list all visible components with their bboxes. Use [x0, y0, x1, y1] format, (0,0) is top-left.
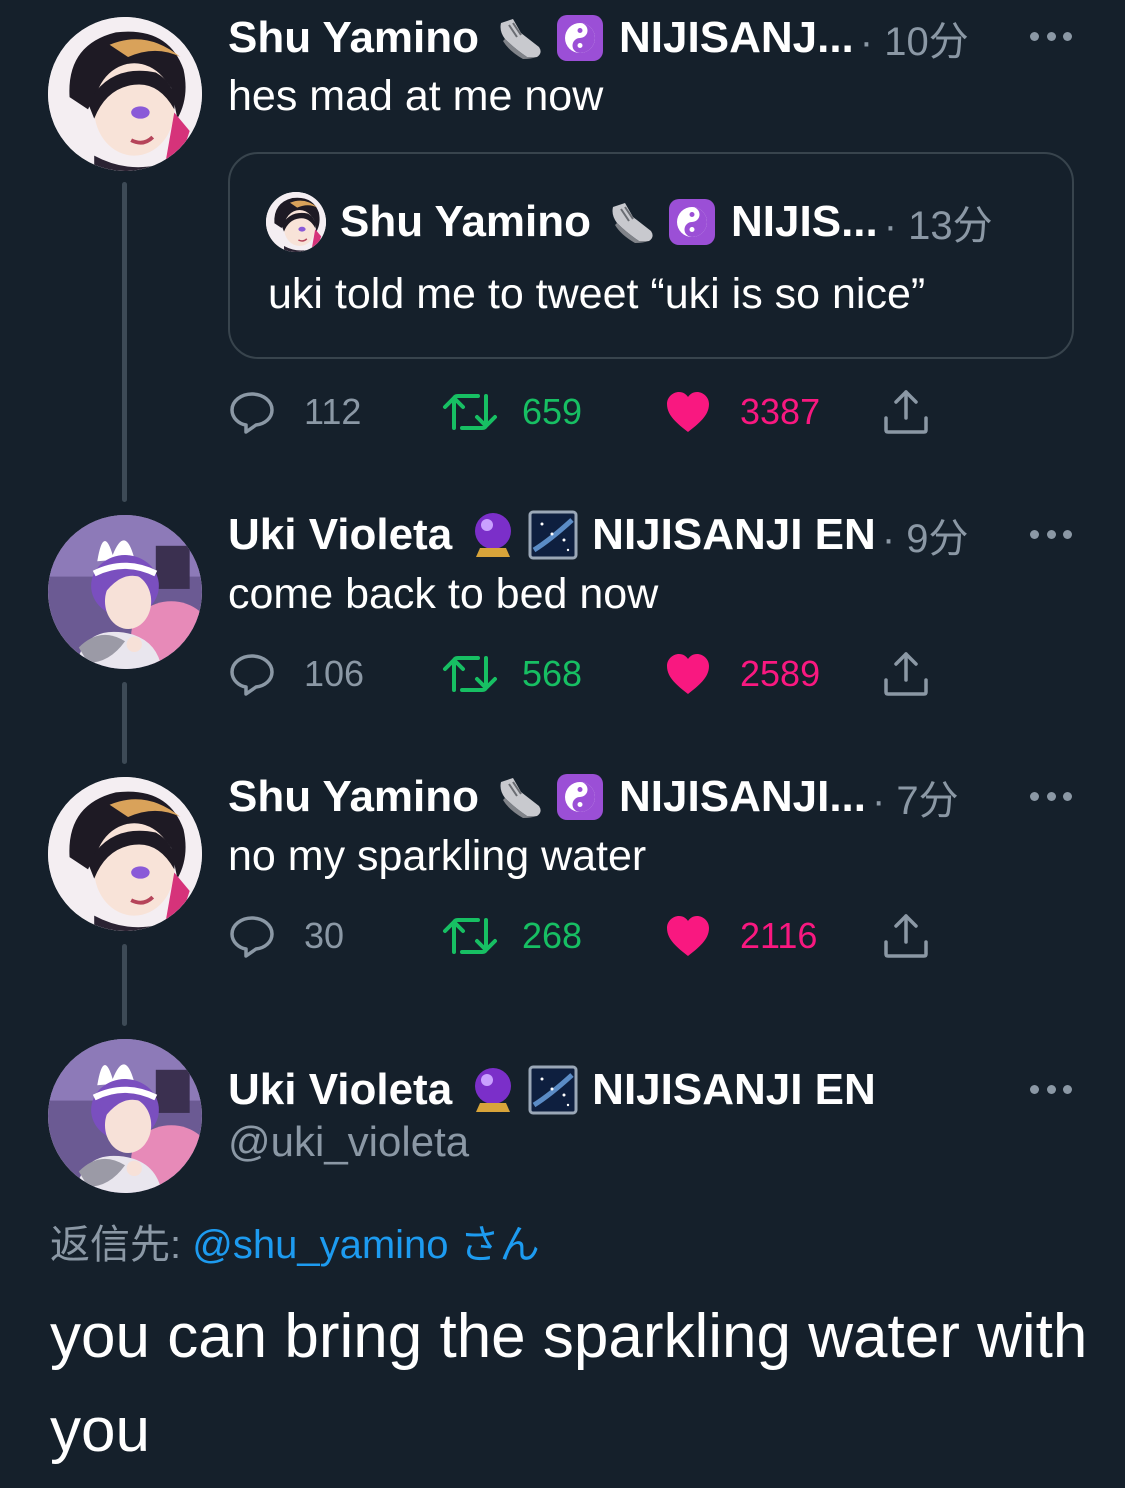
avatar-uki-violeta[interactable] [48, 1039, 202, 1193]
timestamp[interactable]: · 7分 [872, 768, 959, 826]
quoted-tweet-text: uki told me to tweet “uki is so nice” [268, 270, 926, 318]
retweet-button[interactable]: 568 [442, 646, 582, 702]
quoted-timestamp: · 13分 [883, 204, 993, 248]
org-name: NIJISANJI EN [592, 1065, 876, 1114]
reply-icon [228, 912, 276, 960]
like-count: 3387 [740, 391, 821, 432]
milky-way-emoji [528, 1065, 578, 1115]
like-icon [664, 650, 712, 698]
timestamp[interactable]: · 9分 [882, 506, 969, 564]
tweet-header: Shu Yamino NIJISANJ... · 10分 [228, 8, 969, 68]
reply-suffix: さん [448, 1223, 540, 1267]
display-name[interactable]: Uki Violeta [228, 1065, 452, 1115]
share-button[interactable] [882, 646, 930, 702]
like-count: 2116 [740, 915, 818, 956]
thread-line [122, 682, 127, 764]
like-button[interactable]: 2589 [664, 646, 820, 702]
tweet-header: Uki Violeta NIJISANJI EN · 9分 [228, 505, 969, 565]
retweet-icon [442, 912, 498, 960]
quoted-avatar [266, 192, 326, 252]
reply-icon [228, 650, 276, 698]
retweet-button[interactable]: 268 [442, 908, 582, 964]
tweet-text: no my sparkling water [228, 832, 647, 880]
more-icon[interactable] [1030, 1085, 1072, 1095]
more-icon[interactable] [1030, 32, 1072, 42]
org-name: NIJISANJ... [619, 13, 854, 62]
retweet-count: 568 [522, 653, 583, 694]
crystal-ball-emoji [468, 1065, 518, 1115]
share-icon [882, 912, 930, 960]
tweet-actions: 30 268 2116 [228, 908, 948, 964]
retweet-button[interactable]: 659 [442, 384, 582, 440]
retweet-count: 268 [522, 915, 583, 956]
quoted-header: Shu Yamino NIJIS... · 13分 [340, 192, 993, 252]
display-name[interactable]: Uki Violeta [228, 510, 452, 560]
reply-button[interactable]: 112 [228, 384, 361, 440]
avatar-shu-yamino[interactable] [48, 777, 202, 931]
user-handle[interactable]: @uki_violeta [228, 1118, 469, 1166]
thread-line [122, 944, 127, 1026]
quoted-tweet[interactable]: Shu Yamino NIJIS... · 13分 uki told me to… [228, 152, 1074, 359]
quoted-display-name: Shu Yamino [340, 197, 592, 246]
org-name: NIJISANJI EN [592, 510, 876, 559]
reply-count: 112 [304, 391, 362, 432]
more-icon[interactable] [1030, 530, 1072, 540]
sneaker-emoji [607, 197, 657, 247]
yin-yang-emoji [667, 197, 717, 247]
yin-yang-emoji [555, 13, 605, 63]
org-name: NIJISANJI... [619, 772, 866, 821]
milky-way-emoji [528, 510, 578, 560]
reply-count: 30 [304, 915, 345, 956]
like-button[interactable]: 2116 [664, 908, 817, 964]
share-icon [882, 650, 930, 698]
reply-count: 106 [304, 653, 365, 694]
retweet-icon [442, 388, 498, 436]
avatar-uki-violeta[interactable] [48, 515, 202, 669]
tweet-actions: 112 659 3387 [228, 384, 948, 440]
reply-mention-link[interactable]: @shu_yamino [192, 1223, 448, 1267]
yin-yang-emoji [555, 772, 605, 822]
thread-line [122, 182, 127, 502]
like-icon [664, 912, 712, 960]
reply-icon [228, 388, 276, 436]
like-icon [664, 388, 712, 436]
tweet-header: Shu Yamino NIJISANJI... · 7分 [228, 767, 959, 827]
sneaker-emoji [495, 772, 545, 822]
like-button[interactable]: 3387 [664, 384, 820, 440]
reply-prefix: 返信先: [50, 1223, 193, 1267]
crystal-ball-emoji [468, 510, 518, 560]
timestamp[interactable]: · 10分 [860, 9, 969, 67]
tweet-header: Uki Violeta NIJISANJI EN [228, 1060, 876, 1120]
share-button[interactable] [882, 384, 930, 440]
reply-button[interactable]: 30 [228, 908, 344, 964]
focused-tweet-text: you can bring the sparkling water with y… [50, 1302, 1088, 1465]
reply-context: 返信先: @shu_yamino さん [50, 1212, 540, 1270]
tweet-text: hes mad at me now [228, 72, 604, 120]
tweet-actions: 106 568 2589 [228, 646, 948, 702]
share-button[interactable] [882, 908, 930, 964]
display-name[interactable]: Shu Yamino [228, 772, 479, 822]
tweet-text: come back to bed now [228, 570, 659, 618]
reply-button[interactable]: 106 [228, 646, 364, 702]
quoted-org-name: NIJIS... [731, 197, 878, 246]
share-icon [882, 388, 930, 436]
avatar-shu-yamino[interactable] [48, 17, 202, 171]
like-count: 2589 [740, 653, 821, 694]
retweet-count: 659 [522, 391, 583, 432]
display-name[interactable]: Shu Yamino [228, 13, 479, 63]
sneaker-emoji [495, 13, 545, 63]
more-icon[interactable] [1030, 792, 1072, 802]
retweet-icon [442, 650, 498, 698]
